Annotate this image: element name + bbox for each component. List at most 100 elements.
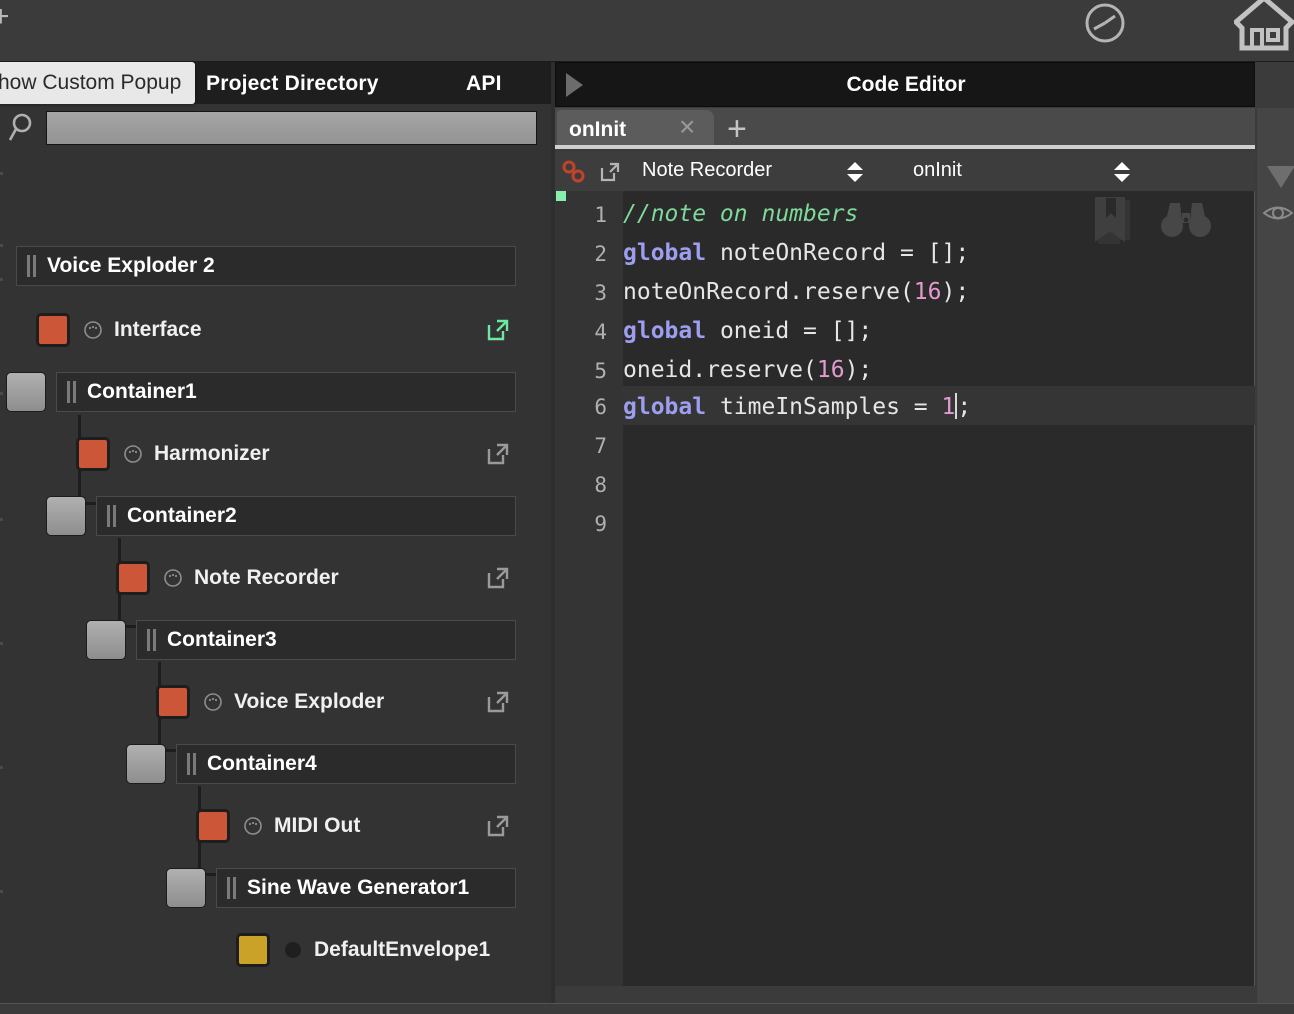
line-number-gutter [555,191,623,986]
code-line[interactable]: noteOnRecord.reserve(16); [623,279,969,305]
envelope-dot-icon[interactable] [284,941,302,959]
module-select-value[interactable]: Note Recorder [642,159,772,182]
app-window: + Project Directory API how Custom Popup [0,0,1294,1014]
container-chip[interactable] [126,744,166,784]
line-number: 6 [594,395,607,419]
drag-handle-icon[interactable] [147,629,159,651]
modified-marker [556,191,566,201]
module-bypass-icon[interactable] [244,817,262,835]
drag-handle-icon[interactable] [187,753,199,775]
drag-handle-icon[interactable] [67,381,79,403]
tab-label: onInit [569,118,627,141]
root-label: Voice Exploder 2 [47,254,215,277]
tree-item-midi-out[interactable]: MIDI Out [0,804,520,848]
code-tabbar: onInit × + [555,108,1255,149]
popout-window-icon[interactable] [486,566,510,590]
tree-item-note-recorder[interactable]: Note Recorder [0,556,520,600]
triangle-down-icon[interactable] [1267,166,1294,188]
chain-link-icon[interactable] [561,160,587,184]
container-chip[interactable] [166,868,206,908]
popout-window-icon[interactable] [486,318,510,342]
tab-project-directory[interactable]: Project Directory [206,72,379,96]
tree-item-label: Container2 [127,504,237,527]
container-name-box[interactable]: Container2 [96,496,516,536]
module-bypass-icon[interactable] [204,693,222,711]
close-icon[interactable]: × [679,113,695,141]
code-line[interactable]: global timeInSamples = 1; [623,393,971,420]
line-number: 2 [594,242,607,266]
tab-oninit[interactable]: onInit × [557,110,714,149]
top-toolbar: + [0,0,1294,62]
binoculars-icon[interactable] [1160,199,1212,239]
module-color-swatch[interactable] [36,313,70,347]
container-name-box[interactable]: Container3 [136,620,516,660]
tree-item-default-envelope1[interactable]: DefaultEnvelope1 [0,928,520,972]
module-color-swatch[interactable] [236,933,270,967]
popout-window-icon[interactable] [486,442,510,466]
code-context-bar: Note Recorder onInit [555,153,1255,191]
code-editor-panel: Code Editor onInit × + Note Recorder onI… [555,62,1294,1014]
eye-icon[interactable] [1263,202,1293,224]
tree-item-container4[interactable]: Container4 [126,742,516,786]
tree-item-sine-wave-generator1[interactable]: Sine Wave Generator1 [166,866,516,910]
module-color-swatch[interactable] [76,437,110,471]
popout-window-icon[interactable] [486,814,510,838]
status-bar [0,1003,1294,1014]
code-editor-title: Code Editor [846,73,966,96]
module-bypass-icon[interactable] [124,445,142,463]
callback-select-chevron-icon[interactable] [1112,161,1132,183]
search-icon [8,113,32,141]
code-area[interactable]: 1 2 3 4 5 6 7 8 9 //note on numbers glob… [555,191,1255,986]
module-bypass-icon[interactable] [164,569,182,587]
tree-item-label: Interface [114,318,202,341]
tree-item-label: Note Recorder [194,566,339,589]
tree-item-container1[interactable]: Container1 [6,370,516,414]
custom-popup-tooltip: how Custom Popup [0,62,196,104]
drag-handle-icon[interactable] [107,505,119,527]
editor-right-rail [1257,108,1294,1014]
external-link-icon[interactable] [599,161,621,183]
module-color-swatch[interactable] [196,809,230,843]
tab-api[interactable]: API [466,72,502,96]
line-number: 4 [594,320,607,344]
container-name-box[interactable]: Container4 [176,744,516,784]
code-line[interactable]: global noteOnRecord = []; [623,240,969,266]
bookmark-icon[interactable] [1090,196,1134,246]
code-line[interactable]: global oneid = []; [623,318,872,344]
tree-item-harmonizer[interactable]: Harmonizer [0,432,520,476]
code-line[interactable]: //note on numbers [623,201,858,227]
module-select-chevron-icon[interactable] [845,161,865,183]
home-icon[interactable] [1234,0,1294,52]
module-color-swatch[interactable] [116,561,150,595]
callback-select-value[interactable]: onInit [913,159,962,182]
container-chip[interactable] [46,496,86,536]
toolbar-add-icon[interactable]: + [0,2,10,32]
tree-root-node[interactable]: Voice Exploder 2 [16,244,516,288]
tree-item-voice-exploder[interactable]: Voice Exploder [0,680,520,724]
tree-item-label: Harmonizer [154,442,270,465]
line-number: 5 [594,359,607,383]
container-name-box[interactable]: Sine Wave Generator1 [216,868,516,908]
tree-item-container2[interactable]: Container2 [46,494,516,538]
line-number: 9 [594,512,607,536]
module-color-swatch[interactable] [156,685,190,719]
container-name-box[interactable]: Container1 [56,372,516,412]
tree-item-label: MIDI Out [274,814,361,837]
line-number: 8 [594,473,607,497]
popout-window-icon[interactable] [486,690,510,714]
gauge-icon[interactable] [1082,0,1128,46]
drag-handle-icon[interactable] [27,255,39,277]
code-editor-header: Code Editor [555,62,1255,107]
tree-item-interface[interactable]: Interface [0,308,520,352]
root-name-box[interactable]: Voice Exploder 2 [16,246,516,286]
tree-item-label: Container3 [167,628,277,651]
container-chip[interactable] [6,372,46,412]
tree-item-container3[interactable]: Container3 [86,618,516,662]
add-tab-icon[interactable]: + [727,112,747,146]
line-number: 3 [594,281,607,305]
code-line[interactable]: oneid.reserve(16); [623,357,872,383]
module-bypass-icon[interactable] [84,321,102,339]
drag-handle-icon[interactable] [227,877,239,899]
container-chip[interactable] [86,620,126,660]
search-input[interactable] [46,111,537,145]
